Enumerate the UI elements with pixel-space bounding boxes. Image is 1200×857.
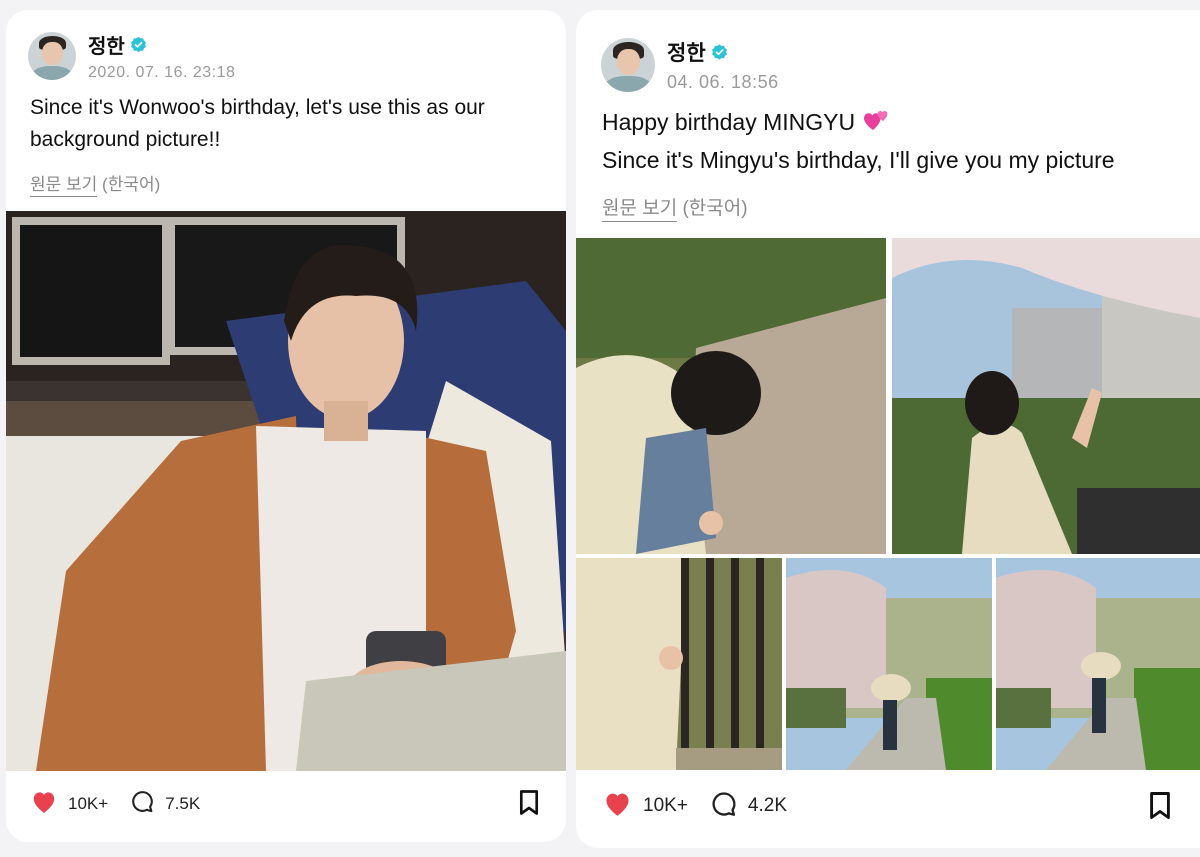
post-photo[interactable] bbox=[576, 558, 782, 770]
comment-stat[interactable]: 7.5K bbox=[130, 789, 200, 819]
post-text-line: Since it's Wonwoo's birthday, let's use … bbox=[30, 96, 485, 119]
author-name[interactable]: 정한 bbox=[667, 37, 706, 67]
view-original-row: 원문 보기 (한국어) bbox=[30, 170, 161, 197]
post-text-line: Happy birthday MINGYU bbox=[602, 109, 856, 135]
post-timestamp: 2020. 07. 16. 23:18 bbox=[88, 64, 236, 81]
comment-stat[interactable]: 4.2K bbox=[710, 790, 787, 823]
view-original-row: 원문 보기 (한국어) bbox=[602, 193, 748, 222]
post-timestamp: 04. 06. 18:56 bbox=[667, 72, 779, 92]
like-stat[interactable]: 10K+ bbox=[602, 790, 688, 822]
post-text: Since it's Wonwoo's birthday, let's use … bbox=[30, 92, 550, 156]
post-card-2: 정한 04. 06. 18:56 Happy birthday MINGYU S… bbox=[576, 10, 1200, 848]
like-stat[interactable]: 10K+ bbox=[30, 789, 108, 819]
post-header: 정한 04. 06. 18:56 bbox=[601, 37, 779, 93]
post-photo[interactable] bbox=[6, 211, 566, 771]
comment-count: 4.2K bbox=[747, 795, 787, 816]
post-photo[interactable] bbox=[786, 558, 992, 770]
post-photo[interactable] bbox=[996, 558, 1200, 770]
original-language: (한국어) bbox=[102, 175, 161, 194]
comment-icon[interactable] bbox=[710, 790, 738, 823]
post-text: Happy birthday MINGYU Since it's Mingyu'… bbox=[602, 105, 1192, 177]
post-actions: 10K+ 7.5K bbox=[6, 789, 566, 819]
comment-icon[interactable] bbox=[130, 789, 155, 819]
two-hearts-icon bbox=[861, 108, 891, 143]
avatar[interactable] bbox=[28, 32, 76, 80]
post-photo[interactable] bbox=[892, 238, 1200, 554]
post-text-line: Since it's Mingyu's birthday, I'll give … bbox=[602, 147, 1115, 173]
view-original-link[interactable]: 원문 보기 bbox=[30, 175, 98, 197]
post-text-line: background picture!! bbox=[30, 128, 221, 151]
view-original-link[interactable]: 원문 보기 bbox=[602, 198, 678, 222]
post-photo[interactable] bbox=[576, 238, 886, 554]
comment-count: 7.5K bbox=[165, 794, 201, 813]
avatar[interactable] bbox=[601, 38, 655, 92]
post-actions: 10K+ 4.2K bbox=[576, 790, 1200, 822]
like-count: 10K+ bbox=[68, 794, 109, 813]
heart-icon[interactable] bbox=[602, 790, 633, 822]
bookmark-icon[interactable] bbox=[518, 789, 540, 821]
heart-icon[interactable] bbox=[30, 789, 58, 819]
verified-badge-icon bbox=[711, 44, 728, 61]
post-card-1: 정한 2020. 07. 16. 23:18 Since it's Wonwoo… bbox=[6, 10, 566, 842]
original-language: (한국어) bbox=[682, 198, 748, 219]
bookmark-icon[interactable] bbox=[1148, 791, 1172, 825]
post-header: 정한 2020. 07. 16. 23:18 bbox=[28, 30, 235, 82]
author-name[interactable]: 정한 bbox=[88, 30, 125, 59]
verified-badge-icon bbox=[130, 36, 147, 53]
like-count: 10K+ bbox=[643, 795, 688, 816]
